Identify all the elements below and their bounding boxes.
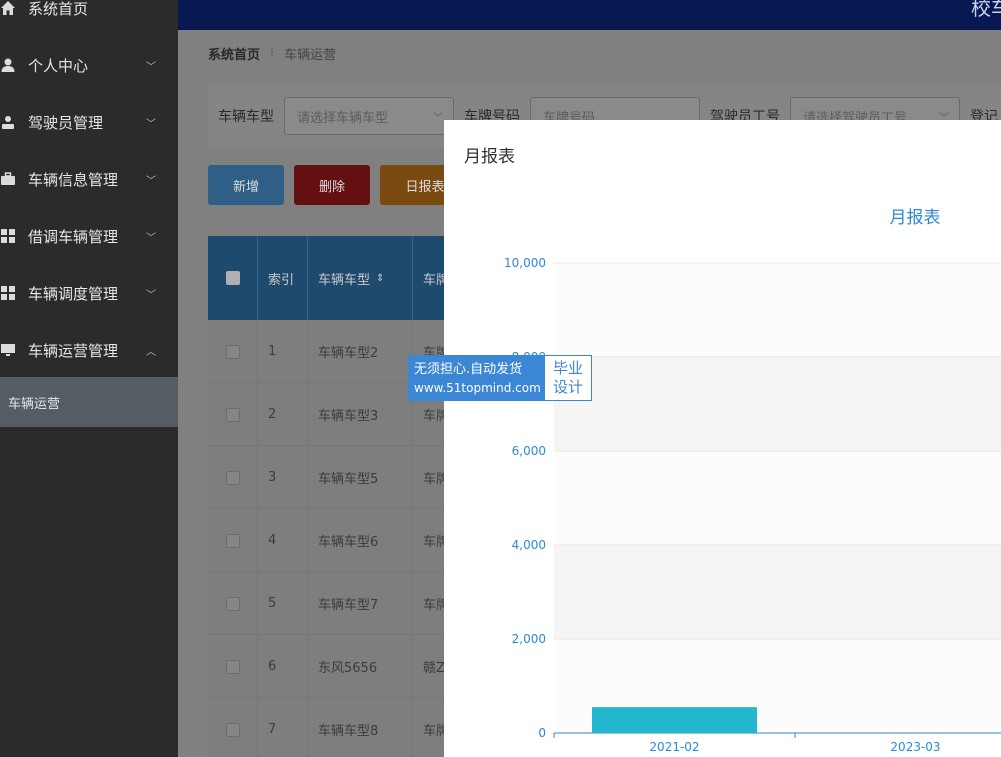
vehicle-type-label: 车辆车型	[218, 109, 274, 125]
brand-title: 校车	[971, 0, 1001, 20]
sidebar-item-dispatch[interactable]: 车辆调度管理 ﹀	[0, 273, 178, 313]
add-button[interactable]: 新增	[208, 165, 284, 205]
chevron-up-icon: ︿	[146, 346, 156, 358]
sidebar-item-personal-center[interactable]: 个人中心 ﹀	[0, 45, 178, 85]
chevron-down-icon: ﹀	[433, 113, 443, 124]
cell-index: 7	[258, 698, 308, 757]
x-tick-label: 2021-02	[649, 740, 699, 754]
cell-vehicle-type: 东风5656	[308, 635, 413, 698]
row-checkbox[interactable]	[225, 722, 240, 737]
chevron-down-icon: ﹀	[146, 61, 156, 73]
home-icon	[0, 0, 16, 16]
row-checkbox[interactable]	[225, 470, 240, 485]
sidebar: 系统首页 个人中心 ﹀ 驾驶员管理 ﹀ 车辆信息管理 ﹀ 借调车辆管理 ﹀ 车辆…	[0, 0, 178, 757]
promo-badge[interactable]: 无须担心.自动发货 www.51topmind.com 毕业 设计	[408, 355, 592, 401]
bar	[592, 707, 757, 733]
y-tick-label: 10,000	[504, 256, 546, 270]
chart-band	[554, 357, 1001, 451]
monthly-report-dialog: 月报表 月报表02,0004,0006,0008,00010,0002021-0…	[444, 120, 1001, 757]
select-all-cell	[208, 236, 258, 320]
row-select-cell	[208, 383, 258, 446]
sidebar-item-borrowed-vehicles[interactable]: 借调车辆管理 ﹀	[0, 216, 178, 256]
sort-icon[interactable]: ⇕	[376, 273, 384, 284]
promo-badge-text: 无须担心.自动发货 www.51topmind.com	[409, 356, 545, 400]
promo-badge-label: 毕业 设计	[545, 356, 591, 400]
delete-button[interactable]: 删除	[294, 165, 370, 205]
breadcrumb-separator: ⁝	[270, 46, 275, 61]
cell-index: 5	[258, 572, 308, 635]
chart-band	[554, 451, 1001, 545]
row-select-cell	[208, 509, 258, 572]
sidebar-item-home[interactable]: 系统首页	[0, 0, 178, 28]
row-checkbox[interactable]	[225, 659, 240, 674]
cell-vehicle-type: 车辆车型6	[308, 509, 413, 572]
chart-band	[554, 263, 1001, 357]
grid-icon	[0, 285, 16, 301]
cell-vehicle-type: 车辆车型2	[308, 320, 413, 383]
row-checkbox[interactable]	[225, 533, 240, 548]
y-tick-label: 0	[538, 726, 546, 740]
col-index: 索引	[258, 236, 308, 320]
chart-band	[554, 545, 1001, 639]
breadcrumb: 系统首页 ⁝ 车辆运营	[208, 44, 336, 63]
row-checkbox[interactable]	[225, 596, 240, 611]
chevron-down-icon: ﹀	[146, 118, 156, 130]
row-select-cell	[208, 635, 258, 698]
sidebar-item-vehicle-info[interactable]: 车辆信息管理 ﹀	[0, 159, 178, 199]
breadcrumb-current: 车辆运营	[284, 48, 337, 63]
driver-icon	[0, 114, 16, 130]
row-select-cell	[208, 446, 258, 509]
chevron-down-icon: ﹀	[146, 289, 156, 301]
y-tick-label: 2,000	[512, 632, 546, 646]
cell-index: 1	[258, 320, 308, 383]
x-tick-label: 2023-03	[890, 740, 940, 754]
chart-title: 月报表	[890, 208, 941, 228]
row-select-cell	[208, 572, 258, 635]
briefcase-icon	[0, 171, 16, 187]
cell-index: 3	[258, 446, 308, 509]
vehicle-type-select[interactable]: 请选择车辆车型 ﹀	[284, 97, 454, 135]
cell-index: 2	[258, 383, 308, 446]
cell-index: 6	[258, 635, 308, 698]
row-checkbox[interactable]	[225, 344, 240, 359]
chevron-down-icon: ﹀	[146, 232, 156, 244]
cell-vehicle-type: 车辆车型5	[308, 446, 413, 509]
select-all-checkbox[interactable]	[225, 271, 240, 285]
top-header: 校车	[178, 0, 1001, 30]
y-tick-label: 4,000	[512, 538, 546, 552]
cell-vehicle-type: 车辆车型3	[308, 383, 413, 446]
promo-url: www.51topmind.com	[414, 381, 541, 395]
monitor-icon	[0, 342, 16, 358]
grid-icon	[0, 228, 16, 244]
row-checkbox[interactable]	[225, 407, 240, 422]
y-tick-label: 6,000	[512, 444, 546, 458]
monthly-report-chart: 月报表02,0004,0006,0008,00010,0002021-02202…	[504, 208, 1001, 754]
col-vehicle-type[interactable]: 车辆车型 ⇕	[308, 236, 413, 320]
row-select-cell	[208, 698, 258, 757]
sidebar-subitem-operations[interactable]: 车辆运营	[0, 377, 178, 427]
sidebar-item-operations[interactable]: 车辆运营管理 ︿	[0, 330, 178, 370]
sidebar-item-driver-management[interactable]: 驾驶员管理 ﹀	[0, 102, 178, 142]
chevron-down-icon: ﹀	[146, 175, 156, 187]
breadcrumb-home[interactable]: 系统首页	[208, 44, 260, 63]
cell-vehicle-type: 车辆车型7	[308, 572, 413, 635]
user-icon	[0, 57, 16, 73]
cell-index: 4	[258, 509, 308, 572]
promo-line: 无须担心.自动发货	[414, 362, 523, 377]
row-select-cell	[208, 320, 258, 383]
cell-vehicle-type: 车辆车型8	[308, 698, 413, 757]
